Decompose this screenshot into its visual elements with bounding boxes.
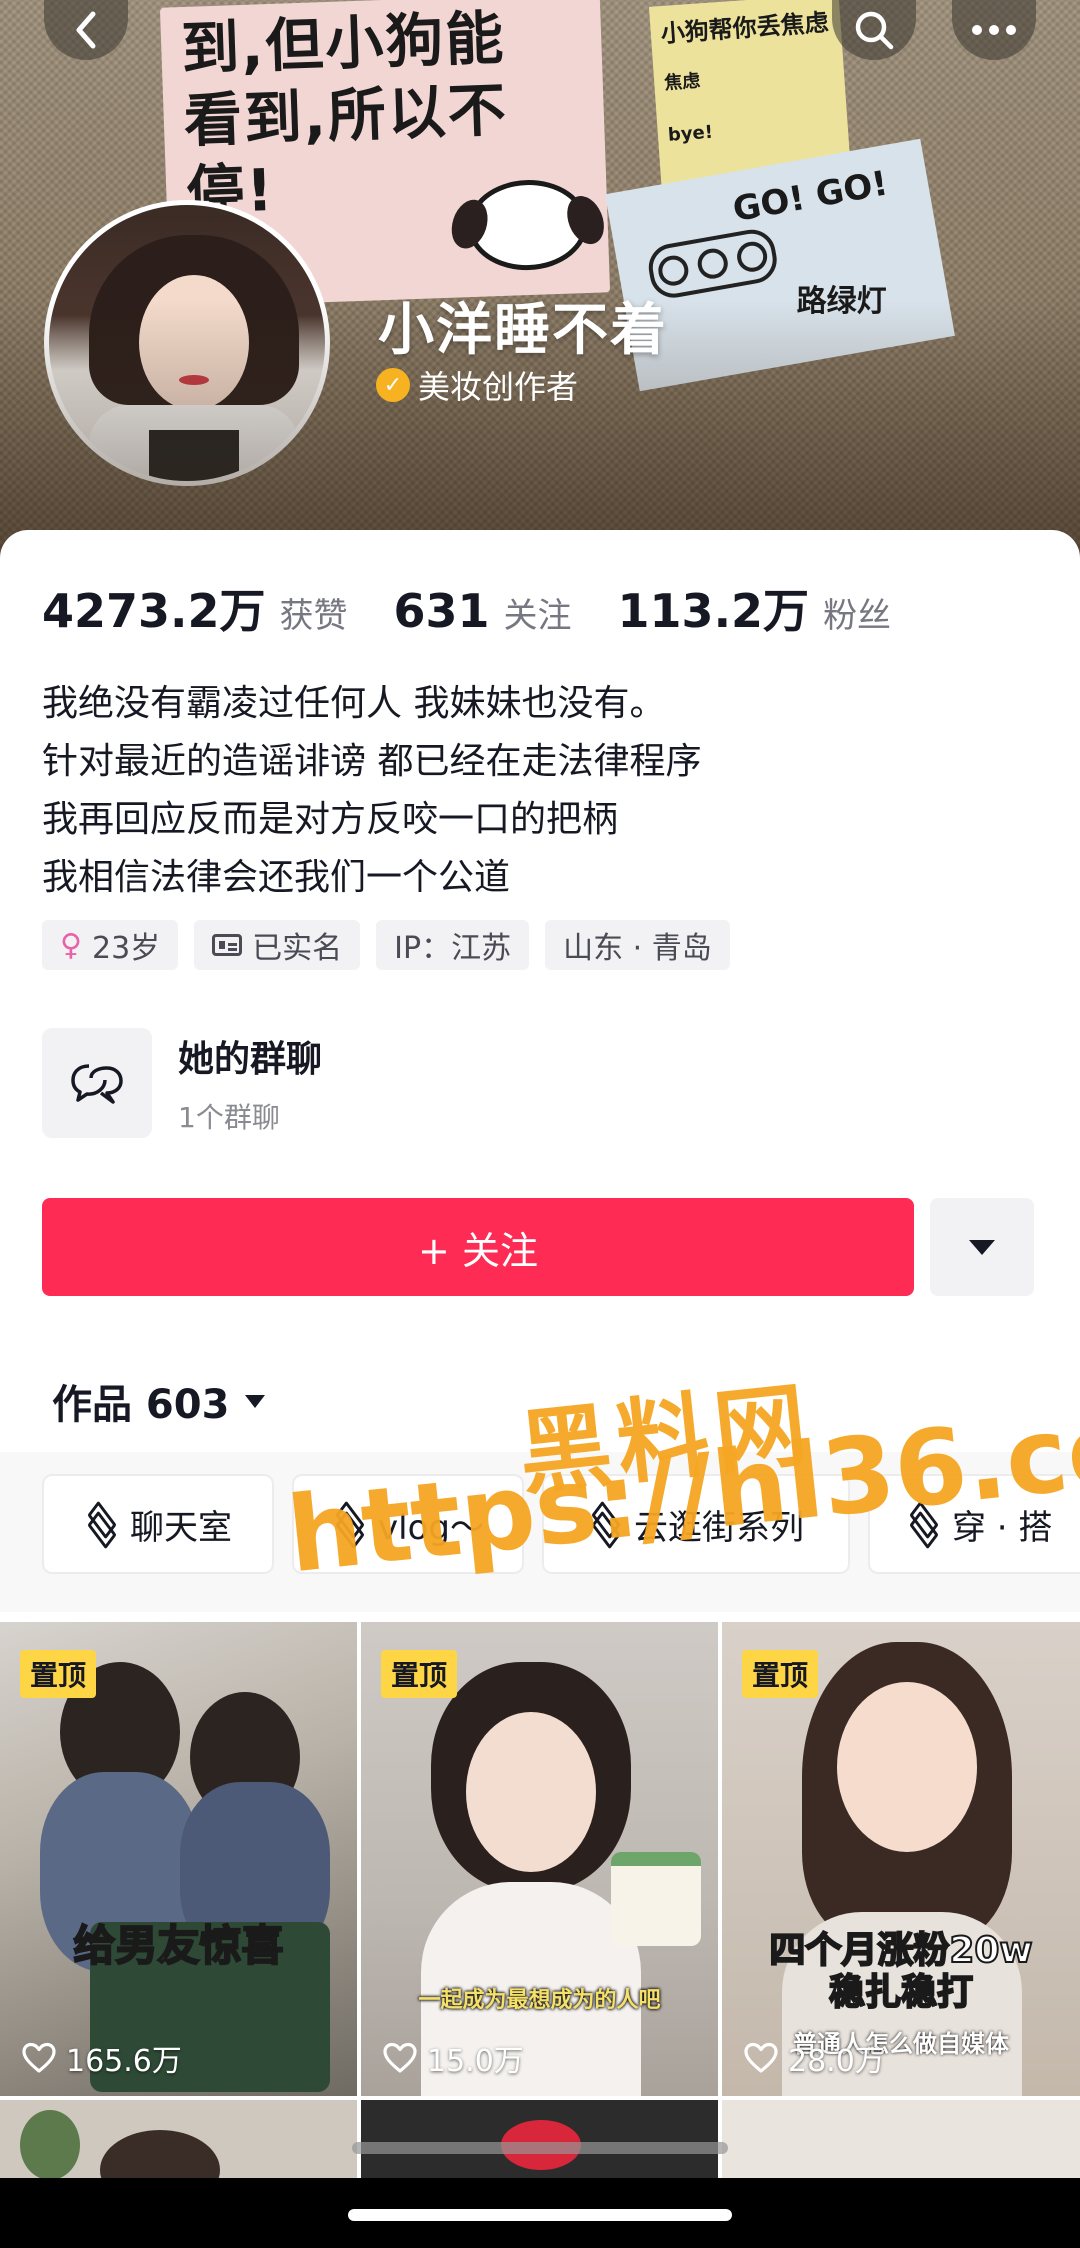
id-card-icon [212,934,243,956]
note-yellow-small-2: bye! [667,121,714,146]
search-button[interactable] [832,0,916,60]
tag-verified-label: 已实名 [252,931,343,966]
video-tile[interactable] [361,2100,718,2180]
home-indicator[interactable] [348,2209,732,2221]
video-tile[interactable]: 置顶 给男友惊喜 165.6万 [0,1622,357,2096]
pinned-badge: 置顶 [20,1650,97,1698]
bio-line: 我再回应反而是对方反咬一口的把柄 [42,799,619,840]
profile-header-banner: 到,但小狗能 看到,所以不 停! 小狗帮你丢焦虑 焦虑 bye! GO! GO!… [0,0,1080,560]
female-icon: ♀ [60,927,82,963]
layers-icon [84,1500,118,1550]
bio-line: 我绝没有霸凌过任何人 我妹妹也没有。 [42,683,666,724]
group-chat-entry[interactable]: 她的群聊 1个群聊 [42,1028,322,1138]
tag-age-label: 23岁 [91,931,161,966]
note-blue-go: GO! GO! [729,163,891,230]
heart-icon [383,2042,417,2073]
group-chat-count: 1个群聊 [178,1101,280,1134]
note-blue-green: 路绿灯 [796,283,887,319]
video-caption: 给男友惊喜 [72,1920,284,1971]
profile-tags: ♀ 23岁 已实名 IP：江苏 山东 · 青岛 [42,920,730,970]
stat-num: 113.2万 [617,584,810,638]
video-caption: 四个月涨粉20w 稳扎稳打 [768,1929,1033,2014]
more-dots-icon [972,25,1016,35]
tag-verified: 已实名 [194,920,361,970]
video-tile[interactable] [722,2100,1080,2180]
video-likes: 165.6万 [22,2036,182,2080]
caret-down-icon [245,1394,266,1408]
works-tab[interactable]: 作品 603 [52,1372,266,1430]
works-tab-label: 作品 603 [52,1382,230,1428]
tag-location-label: 山东 · 青岛 [563,931,712,966]
heart-icon [22,2042,56,2073]
note-line-2: 看到,所以不 [182,75,509,155]
video-tile[interactable]: 置顶 一起成为最想成为的人吧 15.0万 [361,1622,718,2096]
video-likes-count: 28.0万 [788,2044,885,2079]
collection-label: 聊天室 [130,1507,232,1548]
note-yellow-small-1: 焦虑 [663,70,701,94]
scroll-indicator[interactable] [352,2142,728,2154]
chevron-left-icon [76,11,96,49]
pinned-badge: 置顶 [742,1650,819,1698]
tag-location: 山东 · 青岛 [545,920,730,970]
follow-button[interactable]: + 关注 [42,1198,914,1296]
group-chat-icon-box [42,1028,152,1138]
profile-bio: 我绝没有霸凌过任何人 我妹妹也没有。 针对最近的造谣诽谤 都已经在走法律程序 我… [42,675,1042,907]
caret-down-icon [969,1239,995,1255]
video-likes: 28.0万 [744,2036,885,2080]
stat-label: 粉丝 [823,596,892,636]
tag-age: ♀ 23岁 [42,920,179,970]
stat-label: 关注 [503,596,572,636]
profile-name: 小洋睡不着 [378,298,668,363]
chat-bubbles-icon [71,1064,123,1104]
heart-icon [744,2042,778,2073]
tag-ip-label: IP：江苏 [394,931,512,966]
video-likes-count: 165.6万 [66,2044,182,2079]
tag-ip: IP：江苏 [376,920,530,970]
stat-num: 631 [393,584,490,638]
video-likes: 15.0万 [383,2036,524,2080]
pinned-badge: 置顶 [381,1650,458,1698]
back-button[interactable] [44,0,128,60]
video-tile[interactable] [0,2100,357,2180]
stat-num: 4273.2万 [42,584,266,638]
more-button[interactable] [952,0,1036,60]
note-yellow-text: 小狗帮你丢焦虑 [659,8,830,49]
creator-tag[interactable]: ✓ 美妆创作者 [376,362,578,408]
stat-following[interactable]: 631 关注 [394,584,572,638]
profile-stats: 4273.2万 获赞 631 关注 113.2万 粉丝 [42,575,937,641]
recommend-dropdown-button[interactable] [930,1198,1034,1296]
search-icon [855,11,894,50]
video-caption: 一起成为最想成为的人吧 [418,1988,661,2013]
group-chat-title: 她的群聊 [178,1039,323,1080]
video-likes-count: 15.0万 [427,2044,524,2079]
creator-tag-label: 美妆创作者 [418,368,579,406]
bio-line: 我相信法律会还我们一个公道 [42,857,511,898]
stat-label: 获赞 [279,596,348,636]
avatar[interactable] [44,200,330,486]
video-tile[interactable]: 置顶 四个月涨粉20w 稳扎稳打 普通人怎么做自媒体 28.0万 [722,1622,1080,2096]
bio-line: 针对最近的造谣诽谤 都已经在走法律程序 [42,741,702,782]
stat-followers[interactable]: 113.2万 粉丝 [618,575,892,641]
collection-chip[interactable]: 聊天室 [42,1474,274,1574]
verified-check-icon: ✓ [376,368,410,402]
stat-likes[interactable]: 4273.2万 获赞 [42,575,348,641]
